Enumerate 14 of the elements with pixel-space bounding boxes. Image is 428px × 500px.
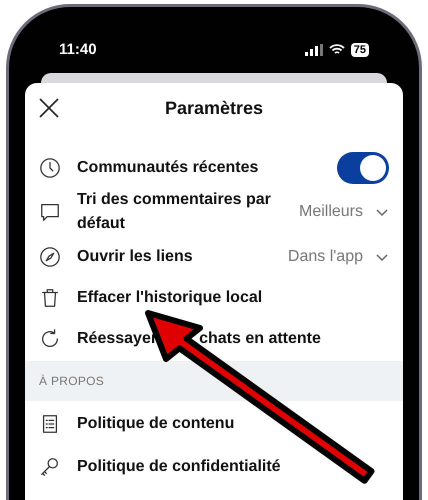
row-label: Effacer l'historique local: [77, 288, 262, 306]
dropdown-select[interactable]: Meilleurs: [298, 200, 389, 224]
dropdown-select[interactable]: Dans l'app: [288, 244, 389, 268]
section-header: À PROPOS: [25, 361, 403, 401]
row-label: Politique de confidentialité: [77, 458, 281, 474]
row-label: Politique de contenu: [77, 414, 234, 432]
row-label: Communautés récentes: [77, 158, 258, 176]
row-label: Ouvrir les liens: [77, 248, 193, 264]
row-label: Réessayer: [77, 328, 158, 348]
battery-level: 75: [350, 43, 369, 57]
status-time: 11:40: [59, 40, 97, 60]
row-label: Tri des commentaires par défaut: [77, 191, 271, 232]
sheet-title: Paramètres: [164, 96, 264, 120]
row-label: chats en attente: [199, 328, 321, 348]
